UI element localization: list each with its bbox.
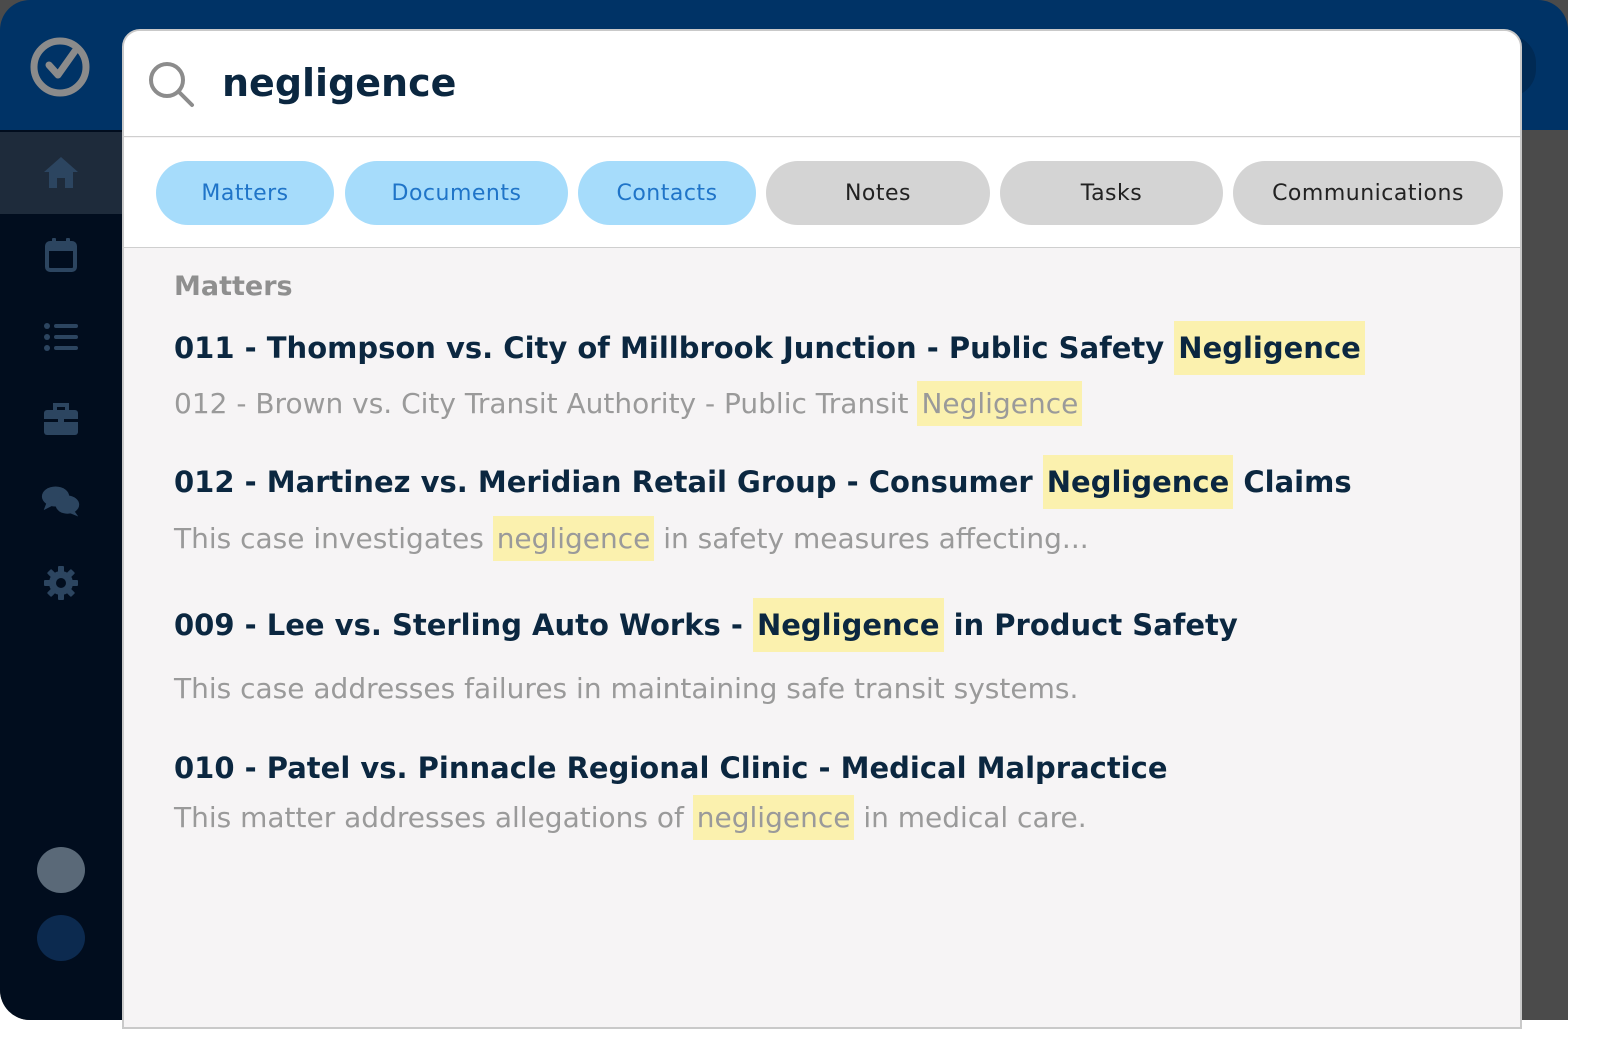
filter-tab-notes[interactable]: Notes bbox=[766, 161, 990, 225]
search-icon bbox=[149, 62, 194, 107]
search-match-highlight: Negligence bbox=[917, 381, 1083, 426]
search-input[interactable] bbox=[222, 53, 1122, 113]
result-title-text: 010 - Patel vs. Pinnacle Regional Clinic… bbox=[174, 751, 1168, 785]
list-icon bbox=[44, 323, 78, 351]
result-title[interactable]: 009 - Lee vs. Sterling Auto Works - Negl… bbox=[174, 598, 1238, 652]
filter-tab-tasks[interactable]: Tasks bbox=[1000, 161, 1223, 225]
search-match-highlight: negligence bbox=[492, 516, 655, 561]
sidebar-item-messages[interactable] bbox=[0, 460, 122, 542]
search-panel: Matters Documents Contacts Notes Tasks C… bbox=[122, 29, 1522, 1029]
home-icon bbox=[44, 157, 78, 188]
result-title-text: in Product Safety bbox=[943, 608, 1238, 642]
result-snippet-text: This case investigates bbox=[174, 522, 493, 555]
search-match-highlight: Negligence bbox=[752, 598, 944, 652]
filter-tab-documents[interactable]: Documents bbox=[345, 161, 568, 225]
result-snippet-text: 012 - Brown vs. City Transit Authority -… bbox=[174, 387, 918, 420]
filter-tab-matters[interactable]: Matters bbox=[156, 161, 334, 225]
result-title[interactable]: 010 - Patel vs. Pinnacle Regional Clinic… bbox=[174, 751, 1168, 785]
result-title[interactable]: 011 - Thompson vs. City of Millbrook Jun… bbox=[174, 321, 1365, 375]
result-snippet-text: This case addresses failures in maintain… bbox=[174, 672, 1079, 705]
result-title-text: 009 - Lee vs. Sterling Auto Works - bbox=[174, 608, 753, 642]
account-avatar[interactable] bbox=[37, 915, 85, 961]
sidebar-item-list[interactable] bbox=[0, 296, 122, 378]
sidebar-item-home[interactable] bbox=[0, 132, 122, 214]
calendar-icon bbox=[45, 238, 77, 272]
result-snippet-text: in medical care. bbox=[854, 801, 1087, 834]
results-section-heading: Matters bbox=[174, 271, 293, 302]
filter-tab-communications[interactable]: Communications bbox=[1233, 161, 1503, 225]
filter-tab-contacts[interactable]: Contacts bbox=[578, 161, 756, 225]
filter-tabs: Matters Documents Contacts Notes Tasks C… bbox=[124, 138, 1520, 248]
gear-icon bbox=[44, 566, 78, 600]
briefcase-icon bbox=[44, 403, 78, 435]
result-snippet-text: This matter addresses allegations of bbox=[174, 801, 693, 834]
search-match-highlight: Negligence bbox=[1042, 455, 1234, 509]
chat-icon bbox=[41, 486, 80, 517]
user-avatar[interactable] bbox=[37, 847, 85, 893]
result-snippet: 012 - Brown vs. City Transit Authority -… bbox=[174, 381, 1083, 426]
result-title-text: 012 - Martinez vs. Meridian Retail Group… bbox=[174, 465, 1043, 499]
search-bar bbox=[124, 31, 1520, 137]
result-snippet: This case investigates negligence in saf… bbox=[174, 516, 1089, 561]
result-snippet-text: in safety measures affecting... bbox=[654, 522, 1089, 555]
result-snippet: This case addresses failures in maintain… bbox=[174, 672, 1078, 705]
sidebar-item-settings[interactable] bbox=[0, 542, 122, 624]
search-match-highlight: negligence bbox=[692, 795, 855, 840]
result-title-text: 011 - Thompson vs. City of Millbrook Jun… bbox=[174, 331, 1175, 365]
result-snippet: This matter addresses allegations of neg… bbox=[174, 795, 1087, 840]
result-title[interactable]: 012 - Martinez vs. Meridian Retail Group… bbox=[174, 455, 1352, 509]
sidebar-item-calendar[interactable] bbox=[0, 214, 122, 296]
app-logo-icon[interactable] bbox=[29, 34, 93, 98]
result-title-text: Claims bbox=[1233, 465, 1352, 499]
search-match-highlight: Negligence bbox=[1174, 321, 1365, 375]
sidebar-item-matters[interactable] bbox=[0, 378, 122, 460]
